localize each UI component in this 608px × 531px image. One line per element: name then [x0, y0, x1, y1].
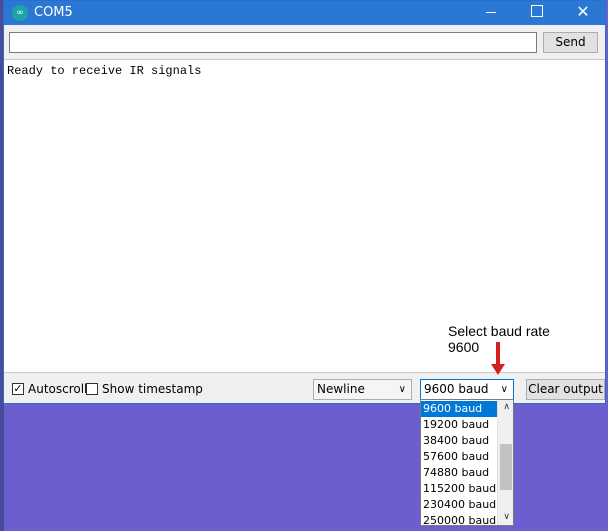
- close-icon: ✕: [576, 2, 590, 21]
- line-ending-value: Newline: [317, 382, 365, 396]
- window-title: COM5: [34, 5, 73, 20]
- clear-output-button[interactable]: Clear output: [526, 379, 605, 400]
- baud-option[interactable]: 38400 baud: [421, 433, 497, 449]
- scrollbar-thumb[interactable]: [500, 444, 512, 490]
- bottom-toolbar: ✓ Autoscroll Show timestamp Newline ∨ 96…: [4, 374, 605, 404]
- baud-option[interactable]: 250000 baud: [421, 513, 497, 529]
- baud-option[interactable]: 230400 baud: [421, 497, 497, 513]
- baud-rate-select[interactable]: 9600 baud ∨: [420, 379, 514, 400]
- minimize-icon: [486, 11, 496, 13]
- maximize-button[interactable]: [514, 1, 560, 25]
- chevron-down-icon: ∨: [500, 384, 508, 395]
- title-bar[interactable]: ∞ COM5 ✕: [4, 1, 605, 25]
- output-line: Ready to receive IR signals: [7, 64, 202, 78]
- baud-option[interactable]: 115200 baud: [421, 481, 497, 497]
- timestamp-label[interactable]: Show timestamp: [102, 381, 203, 397]
- baud-option[interactable]: 9600 baud: [421, 401, 497, 417]
- baud-option[interactable]: 74880 baud: [421, 465, 497, 481]
- maximize-icon: [531, 5, 543, 17]
- autoscroll-label[interactable]: Autoscroll: [28, 381, 87, 397]
- dropdown-scrollbar[interactable]: ∧ ∨: [497, 400, 513, 525]
- annotation-line-1: Select baud rate: [448, 323, 550, 339]
- minimize-button[interactable]: [468, 1, 514, 25]
- send-input[interactable]: [9, 32, 537, 53]
- line-ending-select[interactable]: Newline ∨: [313, 379, 412, 400]
- chevron-down-icon: ∨: [398, 384, 406, 395]
- annotation-arrow-head: [491, 364, 505, 375]
- chevron-up-icon[interactable]: ∧: [503, 402, 510, 412]
- autoscroll-checkbox[interactable]: ✓: [12, 383, 24, 395]
- chevron-down-icon[interactable]: ∨: [503, 512, 510, 522]
- baud-rate-value: 9600 baud: [424, 382, 489, 396]
- baud-rate-dropdown[interactable]: 9600 baud 19200 baud 38400 baud 57600 ba…: [420, 399, 514, 529]
- send-button[interactable]: Send: [543, 32, 598, 53]
- baud-option[interactable]: 57600 baud: [421, 449, 497, 465]
- annotation-arrow: [496, 342, 500, 366]
- timestamp-checkbox[interactable]: [86, 383, 98, 395]
- baud-option[interactable]: 19200 baud: [421, 417, 497, 433]
- close-button[interactable]: ✕: [560, 1, 606, 25]
- infinity-icon: ∞: [12, 5, 28, 21]
